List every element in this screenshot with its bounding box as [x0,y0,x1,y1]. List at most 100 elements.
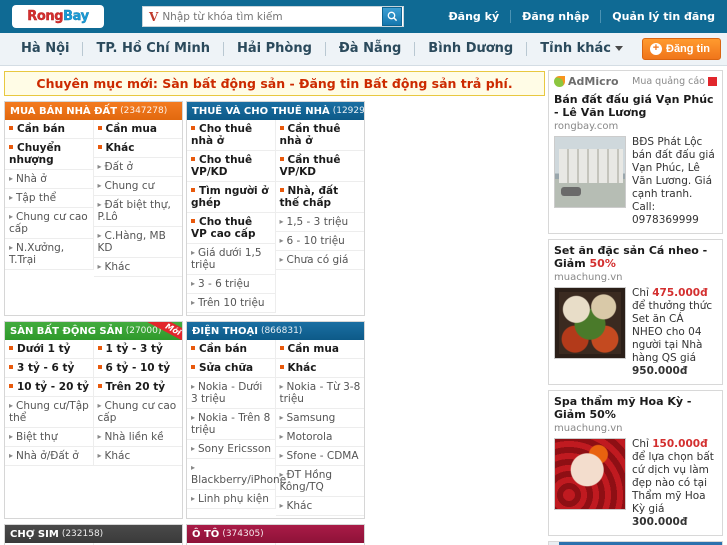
category-link[interactable]: ▸ Nhà liền kề [93,428,182,447]
category-link[interactable]: ▸ Nhà ở/Đất ở [5,447,94,466]
category-link[interactable]: ▸ Chung cư cao cấp [93,397,182,428]
arrow-right-icon: ▸ [191,298,196,307]
category-link[interactable]: ▸ Chung cư/Tập thể [5,397,94,428]
category-link[interactable]: ▸ Nokia - Trên 8 triệu [187,409,276,440]
category-link[interactable]: Cần bán [187,340,276,359]
category-header[interactable]: CHỢ SIM (232158) [5,525,182,543]
category-link[interactable]: ▸ Trên 10 triệu [187,294,276,313]
category-link[interactable]: ▸ Khác [93,447,182,466]
category-link[interactable]: Cho thuê VP/KD [187,151,276,182]
ad-thumbnail-food[interactable] [554,287,626,359]
bullet-icon [97,346,102,350]
ad-title-2[interactable]: Set ăn đặc sản Cá nheo - Giảm 50% [554,244,717,270]
ad-title-1[interactable]: Bán đất đấu giá Vạn Phúc - Lê Văn Lương [554,93,717,119]
category-link[interactable]: ▸ C.Hàng, MB KD [93,227,182,258]
category-link[interactable]: Cần mua [275,340,364,359]
category-link[interactable]: Sửa chữa [187,359,276,378]
sidebar-ads: AdMicro Mua quảng cáo Bán đất đấu giá Vạ… [548,66,727,545]
category-link[interactable]: ▸ Giá dưới 1,5 triệu [187,244,276,275]
city-hcm[interactable]: TP. Hồ Chí Minh [83,42,224,56]
category-link[interactable]: Cho thuê nhà ở [187,120,276,151]
category-link[interactable]: ▸ Đất biệt thự, P.Lô [93,196,182,227]
category-link[interactable]: ▸ Nokia - Từ 3-8 triệu [275,378,364,409]
promo-banner[interactable]: Chuyên mục mới: Sàn bất động sản - Đăng … [4,71,545,96]
category-link[interactable]: Cho thuê VP cao cấp [187,213,276,244]
city-hanoi[interactable]: Hà Nội [8,42,84,56]
arrow-right-icon: ▸ [191,444,196,453]
category-link[interactable]: Cần bán [5,120,94,139]
category-link[interactable]: ▸ 6 - 10 triệu [275,232,364,251]
category-link[interactable]: 1 tỷ - 3 tỷ [93,340,182,359]
category-link[interactable]: ▸ 1,5 - 3 triệu [275,213,364,232]
category-link[interactable]: ▸ N.Xưởng, T.Trại [5,239,94,270]
category-link[interactable]: ▸ Linh phụ kiện [187,490,276,509]
category-link-label: Sửa chữa [199,362,254,374]
post-listing-button[interactable]: + Đăng tin [642,38,721,60]
category-link-label: Khác [286,500,313,512]
ad-thumbnail-spa[interactable] [554,438,626,510]
category-title: Ô TÔ [192,528,220,540]
category-link[interactable]: ▸ Chưa có giá [275,251,364,270]
search-button[interactable] [382,7,402,26]
category-link[interactable]: ▸ Nhà ở [5,170,94,189]
nav-register[interactable]: Đăng ký [437,10,512,23]
category-link[interactable]: ▸ Chung cư cao cấp [5,208,94,239]
category-link[interactable]: Cần mua [93,120,182,139]
category-link-label: Cần mua [287,343,339,355]
city-binhduong[interactable]: Bình Dương [415,42,528,56]
category-link[interactable]: ▸ Tập thể [5,189,94,208]
category-header[interactable]: SÀN BẤT ĐỘNG SẢN (27000) Mới [5,322,182,340]
category-link[interactable]: ▸ Samsung [275,409,364,428]
category-link[interactable]: Cần thuê nhà ở [275,120,364,151]
category-link[interactable]: Khác [93,139,182,158]
nav-login[interactable]: Đăng nhập [511,10,602,23]
category-link[interactable]: ▸ 3 - 6 triệu [187,275,276,294]
buy-ad-link[interactable]: Mua quảng cáo [632,76,717,87]
search-box[interactable]: V [142,6,404,27]
ad-block-1: AdMicro Mua quảng cáo Bán đất đấu giá Vạ… [548,70,723,234]
category-link[interactable]: Nhà, đất thế chấp [275,182,364,213]
category-header[interactable]: Ô TÔ (374305) [187,525,364,543]
category-link[interactable]: 3 tỷ - 6 tỷ [5,359,94,378]
category-link[interactable]: Tìm người ở ghép [187,182,276,213]
city-other-dropdown[interactable]: Tỉnh khác [527,42,636,56]
category-link[interactable]: ▸Blackberry/iPhone [187,459,286,490]
ad-desc-3-b: để lựa chọn bất cứ dịch vụ làm đẹp nào c… [632,451,714,515]
ad-title-3[interactable]: Spa thẩm mỹ Hoa Kỳ - Giảm 50% [554,395,717,421]
category-link[interactable]: ▸ Đất ở [93,158,182,177]
category-header[interactable]: MUA BÁN NHÀ ĐẤT (2347278) [5,102,182,120]
category-link[interactable]: ▸ Sony Ericsson [187,440,276,459]
city-haiphong[interactable]: Hải Phòng [224,42,326,56]
city-danang[interactable]: Đà Nẵng [326,42,416,56]
category-link[interactable]: ▸ Sfone - CDMA [275,447,364,466]
ad-site-2: muachung.vn [554,272,623,283]
bullet-icon [191,157,195,161]
category-link[interactable]: Khác [275,359,364,378]
category-link[interactable]: ▸ Khác [93,258,182,277]
category-link-label: Tìm người ở ghép [191,185,269,209]
site-logo[interactable]: Rong Bay [12,5,104,28]
category-link[interactable]: ▸ Biệt thự [5,428,94,447]
category-link[interactable]: ▸ Chung cư [93,177,182,196]
category-link[interactable]: ▸ Khác [275,497,364,516]
category-header[interactable]: THUÊ VÀ CHO THUÊ NHÀ(1292977) [187,102,364,120]
v-logo-icon: V [149,9,159,24]
category-link[interactable]: 6 tỷ - 10 tỷ [93,359,182,378]
category-link[interactable]: Dưới 1 tỷ [5,340,94,359]
category-link[interactable]: 10 tỷ - 20 tỷ [5,378,94,397]
category-title: MUA BÁN NHÀ ĐẤT [10,105,118,117]
category-column-right: Cần mua Khác ▸ Nokia - Từ 3-8 triệu ▸ Samsung… [275,340,364,516]
search-input[interactable] [162,8,382,25]
ad-block-3: Spa thẩm mỹ Hoa Kỳ - Giảm 50% muachung.v… [548,390,723,536]
category-link[interactable]: ▸ Nokia - Dưới 3 triệu [187,378,276,409]
category-link[interactable]: Chuyển nhượng [5,139,94,170]
nav-manage-listings[interactable]: Quản lý tin đăng [601,10,717,23]
ad-thumbnail-house[interactable] [554,136,626,208]
category-link[interactable]: ▸ ĐT Hồng Kông/TQ [275,466,364,497]
category-header[interactable]: ĐIỆN THOẠI (866831) [187,322,364,340]
category-link[interactable]: Cần thuê VP/KD [275,151,364,182]
post-listing-label: Đăng tin [666,43,710,55]
category-link[interactable]: ▸ Motorola [275,428,364,447]
category-link-label: Khác [105,142,135,154]
category-link[interactable]: Trên 20 tỷ [93,378,182,397]
